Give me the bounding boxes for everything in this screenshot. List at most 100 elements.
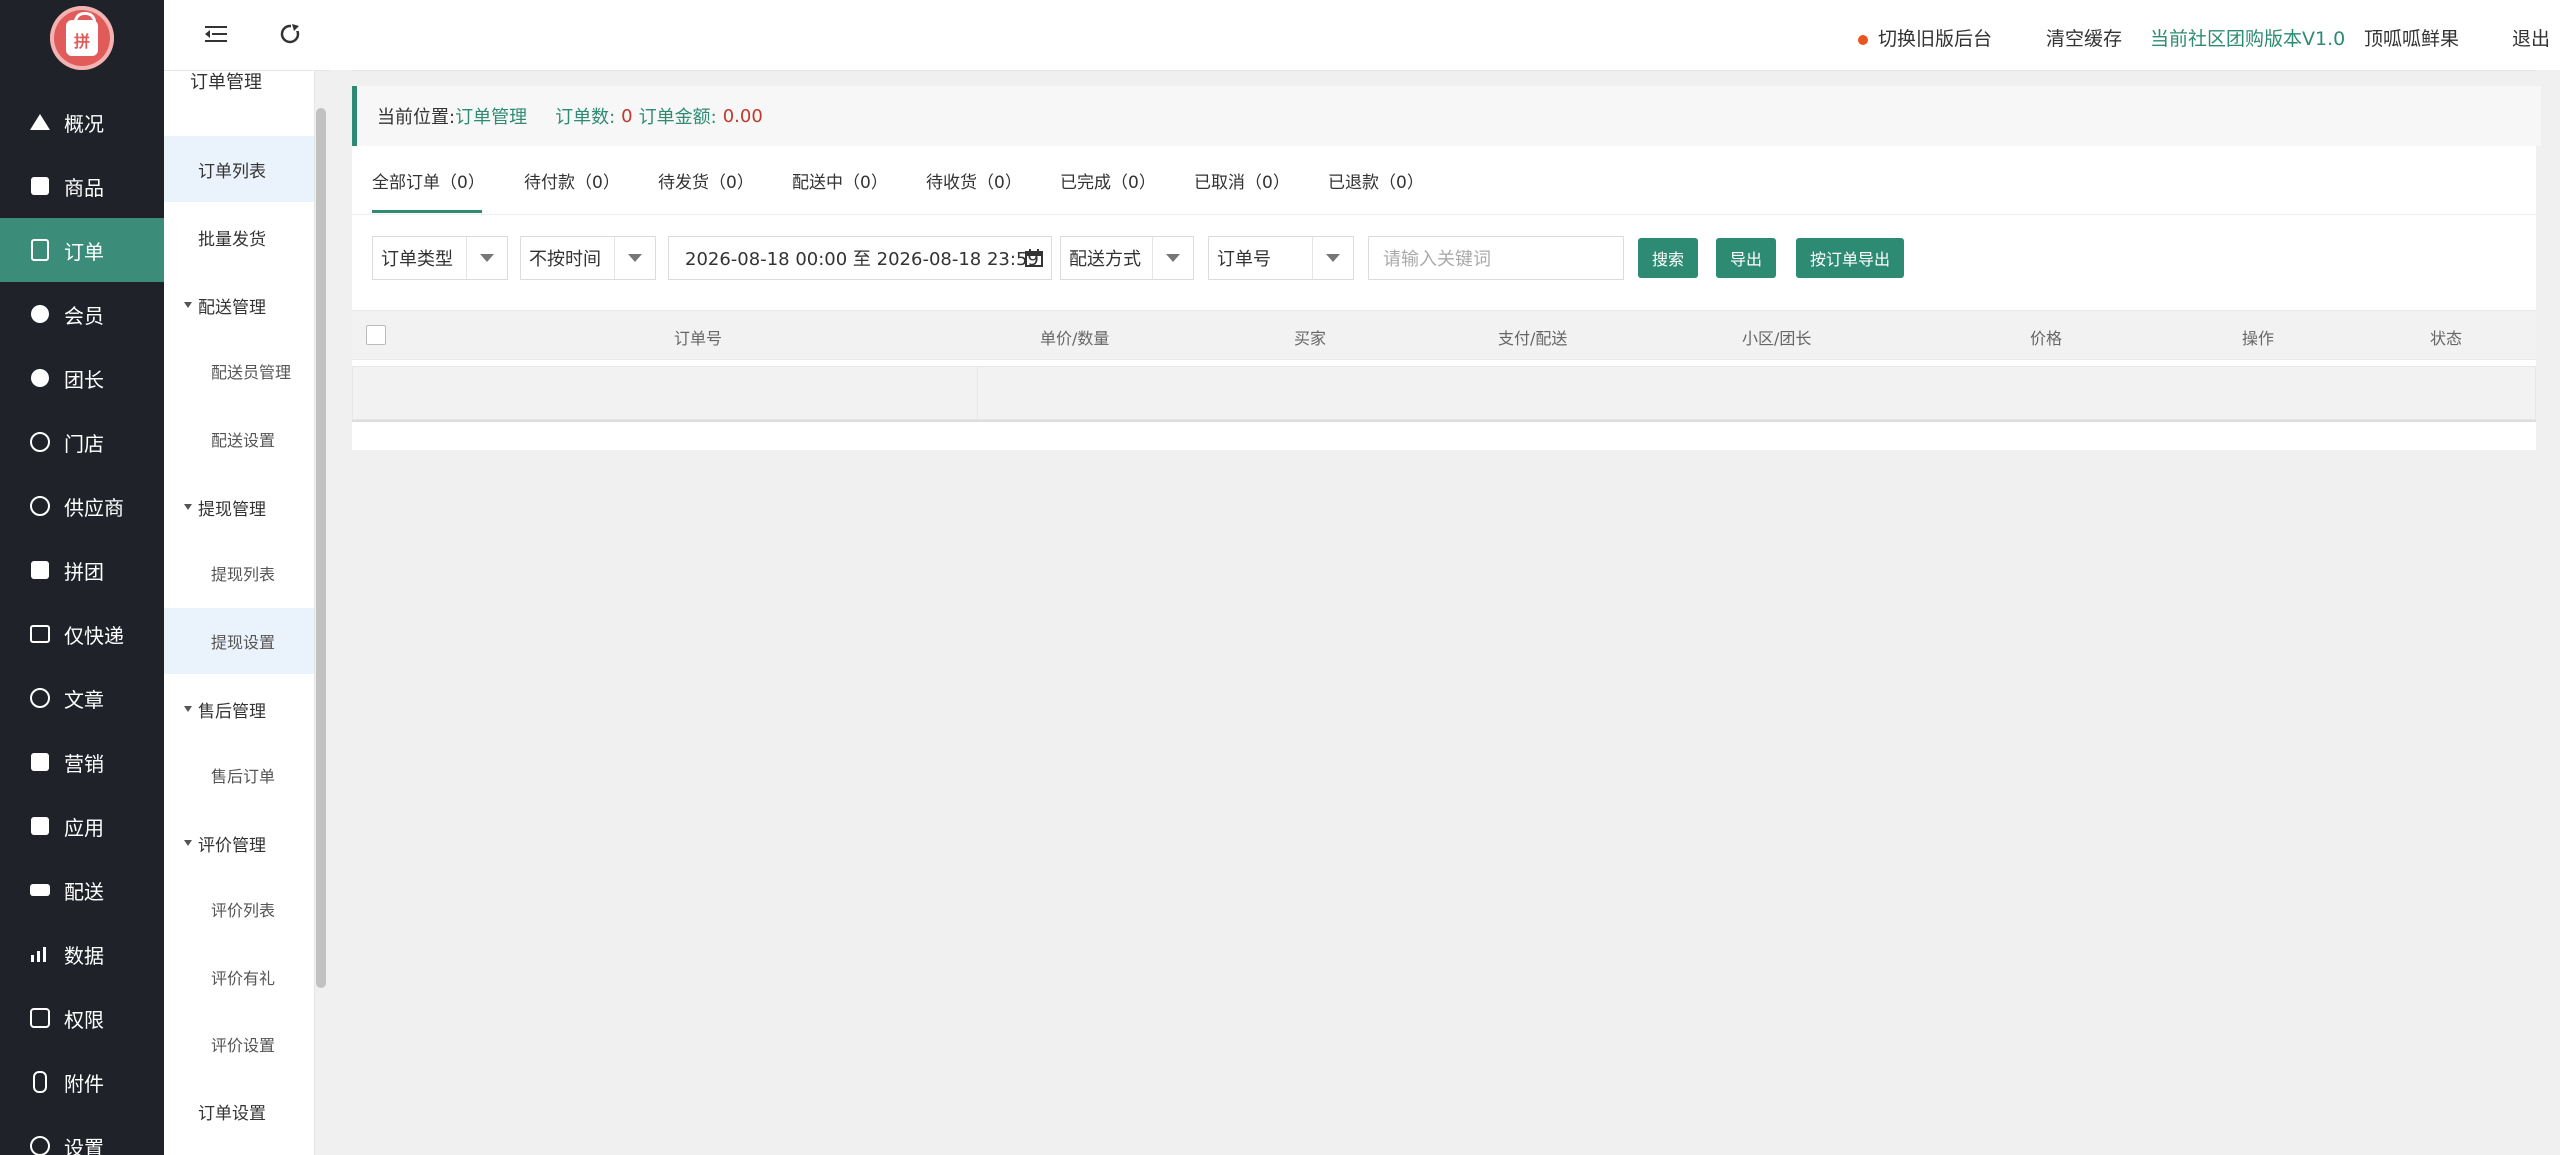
nav-label: 团长 [64,367,104,392]
nav-item-articles[interactable]: 文章 [0,666,164,730]
subnav-item-batch-ship[interactable]: 批量发货 [164,204,314,270]
subnav-label: 提现列表 [211,565,276,584]
cell-divider [977,367,978,419]
order-type-select[interactable]: 订单类型 [372,236,508,280]
nav-label: 数据 [64,943,104,968]
subnav-item-withdraw-list[interactable]: 提现列表 [164,540,314,606]
date-range-picker[interactable]: 2026-08-18 00:00 至 2026-08-18 23:59 [668,236,1052,280]
shop-name-link[interactable]: 顶呱呱鲜果 [2364,24,2459,51]
tab-completed[interactable]: 已完成（0） [1060,168,1156,193]
nav-item-suppliers[interactable]: 供应商 [0,474,164,538]
paperclip-icon [28,1070,52,1094]
nav-label: 应用 [64,815,104,840]
nav-label: 概况 [64,111,104,136]
chevron-down-icon [466,237,507,279]
switch-old-admin-link[interactable]: 切换旧版后台 [1858,24,1992,51]
chevron-down-icon [614,237,655,279]
subnav-label: 售后订单 [211,767,276,786]
delivery-method-select[interactable]: 配送方式 [1060,236,1194,280]
menu-collapse-icon[interactable] [204,22,228,46]
app-logo[interactable]: 拼 [50,6,114,70]
nav-item-leaders[interactable]: 团长 [0,346,164,410]
tab-pending-receipt[interactable]: 待收货（0） [926,168,1022,193]
subnav-item-order-settings[interactable]: 订单设置 [164,1078,314,1144]
nav-label: 拼团 [64,559,104,584]
nav-item-attachments[interactable]: 附件 [0,1050,164,1114]
nav-item-overview[interactable]: 概况 [0,90,164,154]
nav-item-marketing[interactable]: 营销 [0,730,164,794]
time-mode-select[interactable]: 不按时间 [520,236,656,280]
search-field-select[interactable]: 订单号 [1208,236,1354,280]
nav-item-members[interactable]: 会员 [0,282,164,346]
nav-label: 营销 [64,751,104,776]
column-price: 价格 [2030,329,2063,348]
content-gutter-right [2536,70,2560,1155]
nav-item-apps[interactable]: 应用 [0,794,164,858]
nav-item-products[interactable]: 商品 [0,154,164,218]
express-icon [28,622,52,646]
subnav-item-delivery-settings[interactable]: 配送设置 [164,406,314,472]
nav-item-stores[interactable]: 门店 [0,410,164,474]
breadcrumb-current[interactable]: 订单管理 [455,103,527,129]
version-link[interactable]: 当前社区团购版本V1.0 [2150,24,2345,51]
tab-delivering[interactable]: 配送中（0） [792,168,888,193]
subnav-item-courier-manage[interactable]: 配送员管理 [164,338,314,404]
nav-label: 权限 [64,1007,104,1032]
tab-all-orders[interactable]: 全部订单（0） [372,168,485,193]
breadcrumb-label: 当前位置: [377,107,456,128]
nav-item-express[interactable]: 仅快递 [0,602,164,666]
caret-down-icon [184,504,192,510]
filter-bar: 订单类型 不按时间 2026-08-18 00:00 至 2026-08-18 … [352,236,2536,286]
nav-label: 门店 [64,431,104,456]
clear-cache-link[interactable]: 清空缓存 [2046,24,2122,51]
subnav-label: 评价管理 [198,835,266,856]
subnav-item-withdraw-settings[interactable]: 提现设置 [164,608,314,674]
nav-item-group-buy[interactable]: 拼团 [0,538,164,602]
subnav-label: 订单设置 [198,1103,266,1124]
logout-link[interactable]: 退出 [2512,24,2550,51]
nav-item-data[interactable]: 数据 [0,922,164,986]
logo-text: 拼 [73,32,90,51]
tab-refunded[interactable]: 已退款（0） [1328,168,1424,193]
order-count-label: 订单数: [555,107,616,128]
subnav-group-withdraw[interactable]: 提现管理 [164,474,314,540]
supplier-icon [28,494,52,518]
nav-label: 商品 [64,175,104,200]
subnav-scrollbar[interactable] [316,108,326,988]
select-all-checkbox[interactable] [366,325,386,345]
export-button[interactable]: 导出 [1716,238,1776,278]
order-amount-label: 订单金额: [638,107,717,128]
mail-icon [28,174,52,198]
subnav-label: 售后管理 [198,701,266,722]
truck-icon [28,878,52,902]
search-button[interactable]: 搜索 [1638,238,1698,278]
calendar-icon [1025,249,1043,272]
nav-label: 订单 [64,239,104,264]
content-gutter [330,70,352,1155]
tab-cancelled[interactable]: 已取消（0） [1194,168,1290,193]
nav-item-settings[interactable]: 设置 [0,1114,164,1155]
orders-table-footer [352,420,2536,450]
subnav-item-after-sale-orders[interactable]: 售后订单 [164,742,314,808]
keyword-input[interactable]: 请输入关键词 [1368,236,1624,280]
nav-item-orders[interactable]: 订单 [0,218,164,282]
nav-label: 配送 [64,879,104,904]
nav-label: 设置 [64,1135,104,1155]
chevron-down-icon [1312,237,1353,279]
refresh-icon[interactable] [278,22,302,46]
main-sidebar: 拼 概况 商品 订单 会员 团长 门店 供应商 拼团 仅快递 文章 营销 应用 … [0,0,164,1155]
subnav-item-review-list[interactable]: 评价列表 [164,876,314,942]
nav-item-delivery[interactable]: 配送 [0,858,164,922]
compass-icon [28,686,52,710]
nav-label: 附件 [64,1071,104,1096]
subnav-item-review-settings[interactable]: 评价设置 [164,1011,314,1077]
subnav-item-order-list[interactable]: 订单列表 [164,136,314,202]
subnav-item-review-gift[interactable]: 评价有礼 [164,944,314,1010]
tab-pending-payment[interactable]: 待付款（0） [524,168,620,193]
subnav-group-after-sale[interactable]: 售后管理 [164,676,314,742]
subnav-group-delivery[interactable]: 配送管理 [164,272,314,338]
subnav-group-reviews[interactable]: 评价管理 [164,810,314,876]
tab-pending-shipment[interactable]: 待发货（0） [658,168,754,193]
nav-item-permissions[interactable]: 权限 [0,986,164,1050]
export-by-order-button[interactable]: 按订单导出 [1796,238,1904,278]
